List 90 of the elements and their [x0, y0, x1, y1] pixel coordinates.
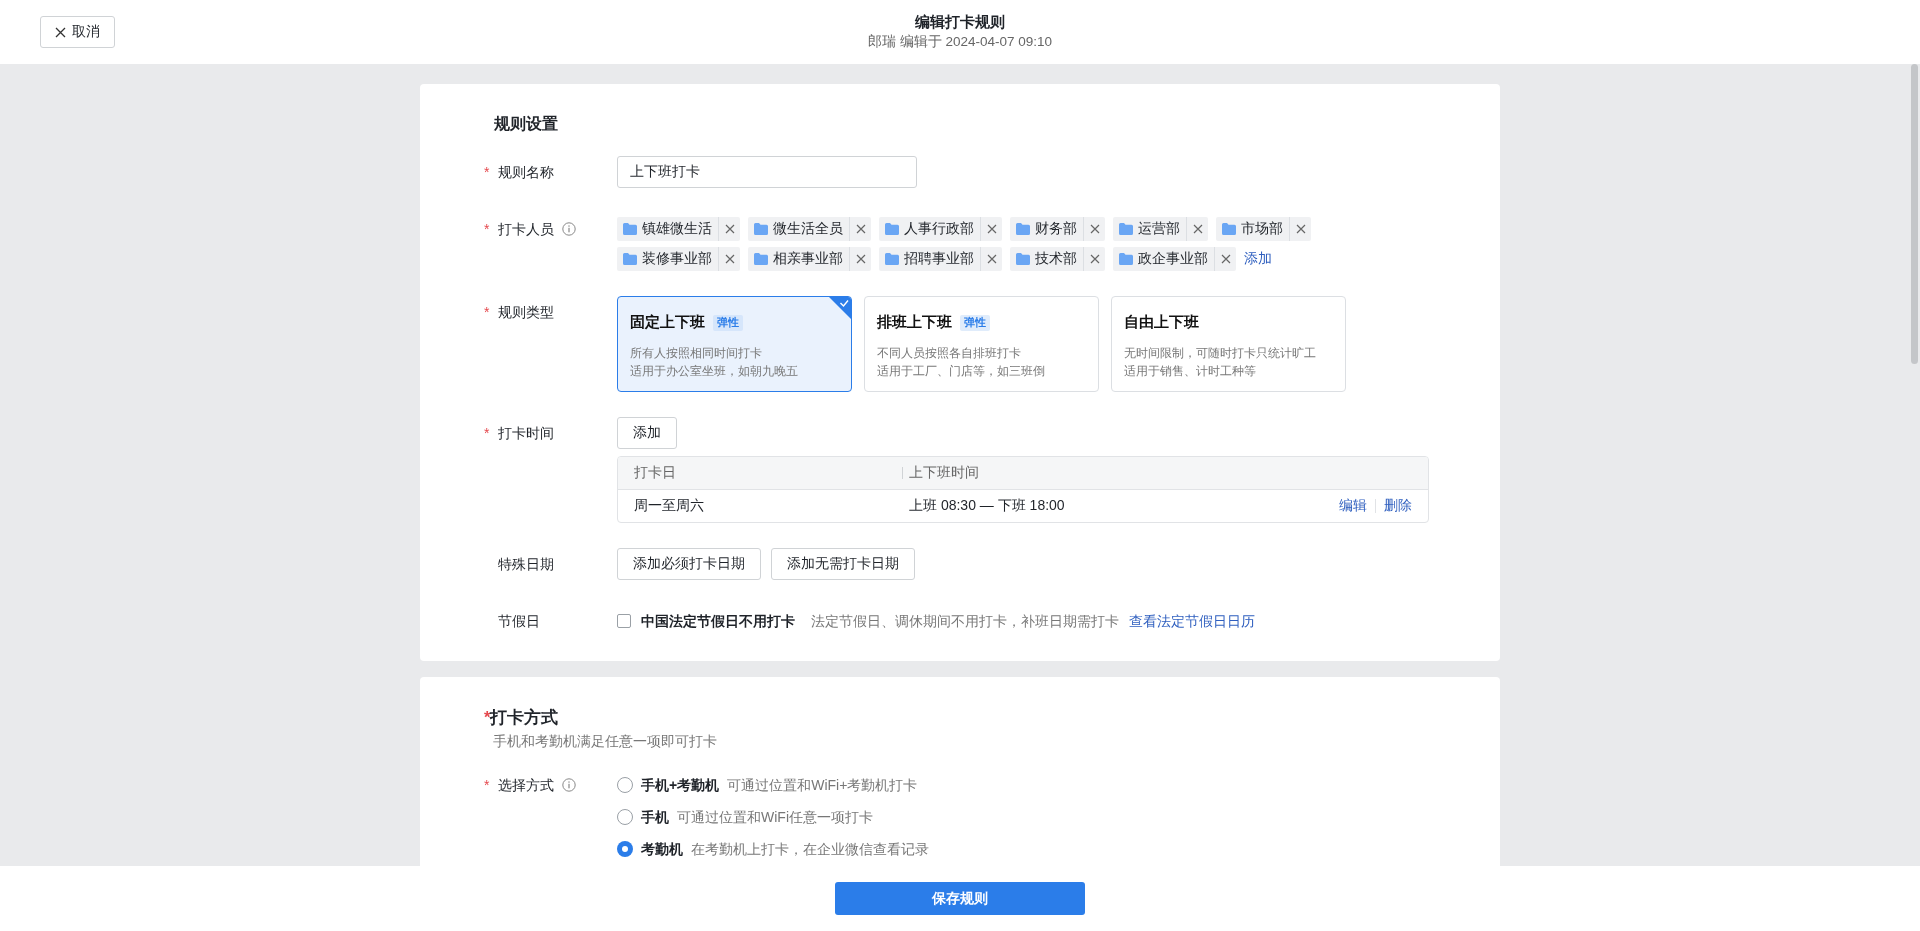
scrollbar-thumb[interactable]	[1911, 64, 1918, 364]
folder-icon	[754, 253, 768, 265]
tag-label: 微生活全员	[773, 220, 843, 238]
rule-name-input[interactable]: 上下班打卡	[617, 156, 917, 188]
close-icon	[1089, 224, 1100, 234]
field-label: 规则类型	[498, 303, 554, 322]
close-icon	[55, 26, 66, 38]
add-time-button[interactable]: 添加	[617, 417, 677, 449]
close-icon	[1220, 254, 1231, 264]
radio-button[interactable]	[617, 809, 633, 825]
save-button[interactable]: 保存规则	[835, 882, 1085, 915]
rule-type-card[interactable]: 自由上下班 无时间限制，可随时打卡只统计旷工 适用于销售、计时工种等	[1111, 296, 1346, 392]
close-icon	[724, 254, 735, 264]
type-description: 无时间限制，可随时打卡只统计旷工	[1124, 345, 1317, 362]
close-icon	[724, 224, 735, 234]
table-cell-text: 上班 08:30 — 下班 18:00	[909, 497, 1066, 515]
required-mark: *	[484, 776, 491, 795]
rule-type-card[interactable]: 排班上下班 弹性 不同人员按照各自排班打卡 适用于工厂、门店等，如三班倒	[864, 296, 1099, 392]
close-icon	[1089, 254, 1100, 264]
tag-label: 技术部	[1035, 250, 1077, 268]
cancel-button[interactable]: 取消	[40, 16, 115, 48]
section-title: 规则设置	[494, 114, 559, 134]
add-date-button[interactable]: 添加无需打卡日期	[771, 548, 915, 580]
section-subtitle: 手机和考勤机满足任意一项即可打卡	[493, 733, 718, 751]
field-label: 打卡人员	[498, 220, 554, 239]
row-action-link[interactable]: 编辑	[1339, 497, 1367, 515]
folder-icon	[1222, 223, 1236, 235]
folder-icon	[623, 253, 637, 265]
required-mark: *	[484, 163, 491, 182]
holiday-hint: 法定节假日、调休期间不用打卡，补班日期需打卡	[811, 612, 1119, 631]
tag-label: 人事行政部	[904, 220, 974, 238]
required-mark: *	[484, 220, 491, 239]
required-mark: *	[484, 424, 491, 443]
folder-icon	[623, 223, 637, 235]
close-icon	[855, 224, 866, 234]
close-icon	[1192, 224, 1203, 234]
required-mark: *	[484, 303, 491, 322]
section-title: 打卡方式	[490, 708, 559, 726]
field-label: 特殊日期	[498, 555, 554, 574]
table-cell-text: 周一至周六	[634, 497, 705, 515]
column-header: 打卡日	[634, 464, 677, 482]
option-label: 考勤机	[641, 840, 683, 859]
folder-icon	[1119, 253, 1133, 265]
tag-label: 招聘事业部	[904, 250, 974, 268]
rule-type-card[interactable]: 固定上下班 弹性 所有人按照相同时间打卡 适用于办公室坐班，如朝九晚五	[617, 296, 852, 392]
column-header: 上下班时间	[909, 464, 980, 482]
folder-icon	[754, 223, 768, 235]
type-description: 适用于销售、计时工种等	[1124, 363, 1257, 380]
field-label: 选择方式	[498, 776, 554, 795]
tag-label: 装修事业部	[642, 250, 712, 268]
option-description: 可通过位置和WiFi+考勤机打卡	[727, 776, 918, 795]
close-icon	[1295, 224, 1306, 234]
close-icon	[986, 254, 997, 264]
option-label: 手机+考勤机	[641, 776, 720, 795]
tag-label: 运营部	[1138, 220, 1180, 238]
option-description: 在考勤机上打卡，在企业微信查看记录	[691, 840, 929, 859]
radio-button[interactable]	[617, 777, 633, 793]
option-description: 可通过位置和WiFi任意一项打卡	[677, 808, 873, 827]
tag-label: 相亲事业部	[773, 250, 843, 268]
add-date-button[interactable]: 添加必须打卡日期	[617, 548, 761, 580]
add-member-link[interactable]: 添加	[1244, 250, 1272, 268]
tag-label: 镇雄微生活	[642, 220, 712, 238]
holiday-calendar-link[interactable]: 查看法定节假日日历	[1129, 605, 1255, 637]
folder-icon	[1016, 253, 1030, 265]
field-label: 打卡时间	[498, 424, 554, 443]
type-description: 所有人按照相同时间打卡	[630, 345, 763, 362]
close-icon	[986, 224, 997, 234]
tag-label: 政企事业部	[1138, 250, 1208, 268]
tag-label: 市场部	[1241, 220, 1283, 238]
type-description: 适用于工厂、门店等，如三班倒	[877, 363, 1046, 380]
folder-icon	[885, 253, 899, 265]
type-description: 不同人员按照各自排班打卡	[877, 345, 1022, 362]
folder-icon	[1016, 223, 1030, 235]
row-action-link[interactable]: 删除	[1384, 497, 1412, 515]
field-label: 节假日	[498, 612, 540, 631]
tag-label: 财务部	[1035, 220, 1077, 238]
checkbox-label: 中国法定节假日不用打卡	[641, 612, 795, 631]
field-label: 规则名称	[498, 163, 554, 182]
type-description: 适用于办公室坐班，如朝九晚五	[630, 363, 799, 380]
page-title: 编辑打卡规则	[915, 12, 1005, 32]
close-icon	[855, 254, 866, 264]
flexible-badge: 弹性	[960, 314, 990, 331]
edit-info: 郎瑞 编辑于 2024-04-07 09:10	[867, 33, 1053, 51]
option-label: 手机	[641, 808, 669, 827]
check-corner-icon	[829, 297, 851, 319]
flexible-badge: 弹性	[713, 314, 743, 331]
holiday-checkbox[interactable]	[617, 614, 631, 628]
folder-icon	[885, 223, 899, 235]
folder-icon	[1119, 223, 1133, 235]
radio-button[interactable]	[617, 841, 633, 857]
